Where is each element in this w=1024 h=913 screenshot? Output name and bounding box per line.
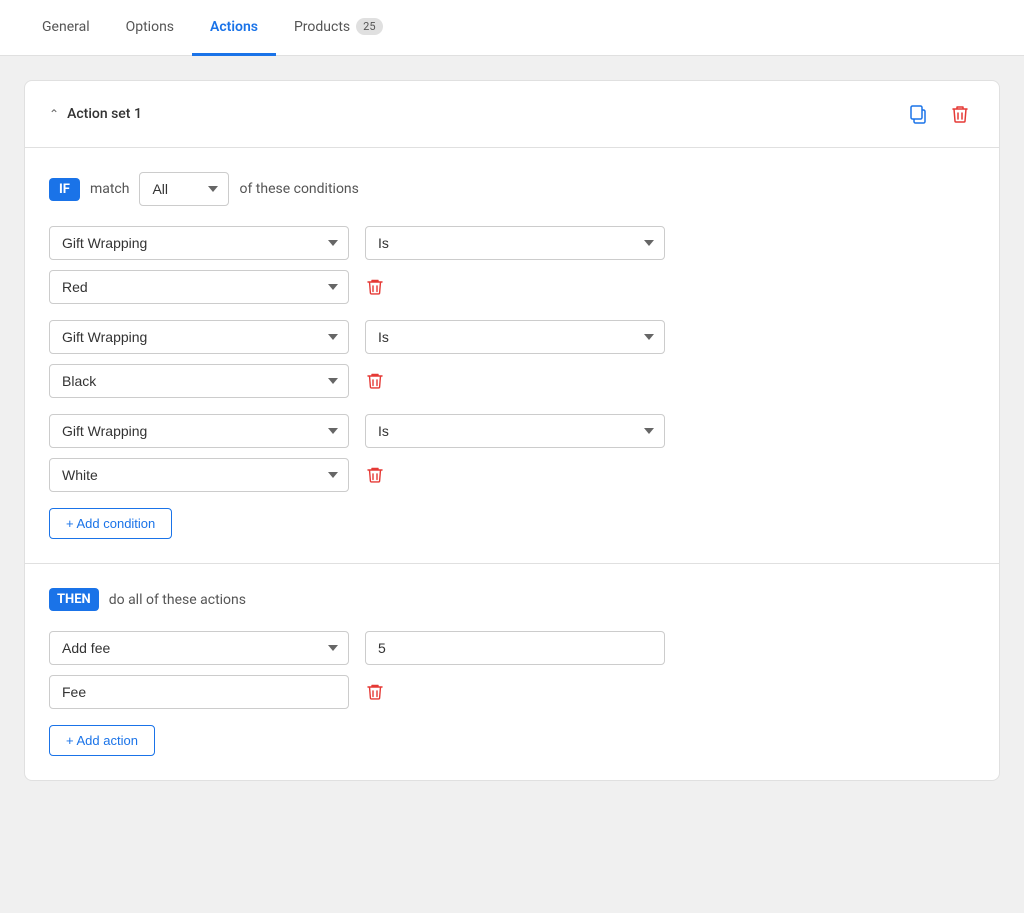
copy-icon (907, 103, 929, 125)
delete-condition-2-button[interactable] (361, 367, 389, 395)
of-these-conditions-label: of these conditions (239, 181, 358, 197)
condition-1-bottom-row: Red Black White (49, 270, 975, 304)
delete-condition-1-icon (365, 277, 385, 297)
condition-3-bottom-row: Red Black White (49, 458, 975, 492)
delete-condition-3-button[interactable] (361, 461, 389, 489)
if-badge: IF (49, 178, 80, 201)
if-match-row: IF match All Any None of these condition… (49, 172, 975, 206)
tab-products-label: Products (294, 19, 350, 35)
condition-1-operator-select[interactable]: Is Is not Contains (365, 226, 665, 260)
header-actions (903, 99, 975, 129)
delete-icon (949, 103, 971, 125)
delete-action-1-icon (365, 682, 385, 702)
action-group-1: Add fee Remove fee Add discount (49, 631, 975, 709)
bottom-save-row (24, 781, 1000, 829)
delete-action-set-button[interactable] (945, 99, 975, 129)
products-badge: 25 (356, 18, 382, 35)
condition-2-value-select[interactable]: Red Black White (49, 364, 349, 398)
action-1-value-input[interactable] (365, 631, 665, 665)
condition-3-operator-select[interactable]: Is Is not Contains (365, 414, 665, 448)
then-label: do all of these actions (109, 592, 246, 608)
action-set-card: ⌃ Action set 1 (24, 80, 1000, 781)
tab-actions[interactable]: Actions (192, 0, 276, 56)
delete-condition-1-button[interactable] (361, 273, 389, 301)
match-label: match (90, 181, 130, 197)
add-condition-button[interactable]: + Add condition (49, 508, 172, 539)
action-1-top-row: Add fee Remove fee Add discount (49, 631, 975, 665)
action-set-title-text: Action set 1 (67, 106, 142, 122)
delete-condition-2-icon (365, 371, 385, 391)
delete-condition-3-icon (365, 465, 385, 485)
collapse-icon: ⌃ (49, 107, 59, 121)
tab-products[interactable]: Products 25 (276, 0, 401, 56)
delete-action-1-button[interactable] (361, 678, 389, 706)
tab-actions-label: Actions (210, 19, 258, 35)
copy-action-set-button[interactable] (903, 99, 933, 129)
conditions-section: IF match All Any None of these condition… (25, 148, 999, 563)
tab-general-label: General (42, 19, 90, 35)
tab-options-label: Options (126, 19, 174, 35)
condition-2-bottom-row: Red Black White (49, 364, 975, 398)
tab-general[interactable]: General (24, 0, 108, 56)
condition-group-1: Gift Wrapping Product Category Price Is … (49, 226, 975, 304)
tabs-bar: General Options Actions Products 25 (0, 0, 1024, 56)
condition-1-value-select[interactable]: Red Black White (49, 270, 349, 304)
condition-1-top-row: Gift Wrapping Product Category Price Is … (49, 226, 975, 260)
action-1-sub-input[interactable] (49, 675, 349, 709)
condition-3-field-select[interactable]: Gift Wrapping Product Category Price (49, 414, 349, 448)
condition-2-top-row: Gift Wrapping Product Category Price Is … (49, 320, 975, 354)
action-1-bottom-row (49, 675, 975, 709)
action-set-header: ⌃ Action set 1 (25, 81, 999, 147)
match-select[interactable]: All Any None (139, 172, 229, 206)
then-section: THEN do all of these actions Add fee Rem… (25, 563, 999, 780)
tab-options[interactable]: Options (108, 0, 192, 56)
condition-3-top-row: Gift Wrapping Product Category Price Is … (49, 414, 975, 448)
condition-1-field-select[interactable]: Gift Wrapping Product Category Price (49, 226, 349, 260)
condition-2-field-select[interactable]: Gift Wrapping Product Category Price (49, 320, 349, 354)
main-content: ⌃ Action set 1 (0, 56, 1024, 853)
action-1-field-select[interactable]: Add fee Remove fee Add discount (49, 631, 349, 665)
condition-group-2: Gift Wrapping Product Category Price Is … (49, 320, 975, 398)
condition-2-operator-select[interactable]: Is Is not Contains (365, 320, 665, 354)
then-row: THEN do all of these actions (49, 588, 975, 611)
action-set-title: ⌃ Action set 1 (49, 106, 142, 122)
condition-3-value-select[interactable]: Red Black White (49, 458, 349, 492)
page-wrapper: General Options Actions Products 25 ⌃ Ac… (0, 0, 1024, 913)
condition-group-3: Gift Wrapping Product Category Price Is … (49, 414, 975, 492)
add-action-button[interactable]: + Add action (49, 725, 155, 756)
then-badge: THEN (49, 588, 99, 611)
